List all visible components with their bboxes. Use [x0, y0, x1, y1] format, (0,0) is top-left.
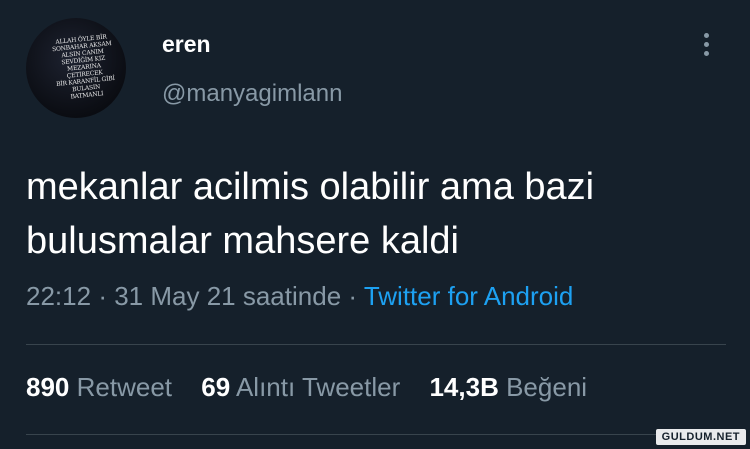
divider [26, 434, 726, 435]
more-options-icon[interactable] [702, 33, 710, 56]
meta-separator: · [98, 281, 107, 311]
display-name[interactable]: eren [162, 31, 211, 58]
quote-label: Alıntı Tweetler [235, 372, 401, 402]
tweet-text: mekanlar acilmis olabilir ama bazi bulus… [26, 160, 726, 268]
meta-separator: · [348, 281, 358, 311]
tweet-source-link[interactable]: Twitter for Android [364, 281, 574, 311]
watermark: GULDUM.NET [655, 429, 746, 445]
retweet-label: Retweet [76, 372, 173, 402]
tweet-text-line-2: bulusmalar mahsere kaldi [26, 220, 459, 262]
tweet-meta: 22:12 · 31 May 21 saatinde · Twitter for… [26, 281, 573, 312]
tweet-time: 22:12 [26, 281, 92, 311]
tweet-stats: 890 Retweet 69 Alıntı Tweetler 14,3B Beğ… [26, 372, 609, 403]
like-count: 14,3B [429, 372, 499, 402]
avatar-shirt-text: ALLAH ÖYLE BİR SONBAHAR AKSAM ALSIN CANI… [51, 33, 116, 101]
like-label: Beğeni [506, 372, 588, 402]
quote-stat[interactable]: 69 Alıntı Tweetler [201, 372, 400, 402]
tweet-date: 31 May 21 saatinde [114, 281, 342, 311]
avatar[interactable]: ALLAH ÖYLE BİR SONBAHAR AKSAM ALSIN CANI… [26, 18, 126, 118]
quote-count: 69 [201, 372, 231, 402]
retweet-count: 890 [26, 372, 70, 402]
retweet-stat[interactable]: 890 Retweet [26, 372, 172, 402]
divider [26, 344, 726, 345]
tweet-text-line-1: mekanlar acilmis olabilir ama bazi [26, 166, 595, 208]
like-stat[interactable]: 14,3B Beğeni [429, 372, 587, 402]
user-handle[interactable]: @manyagimlann [162, 80, 342, 108]
